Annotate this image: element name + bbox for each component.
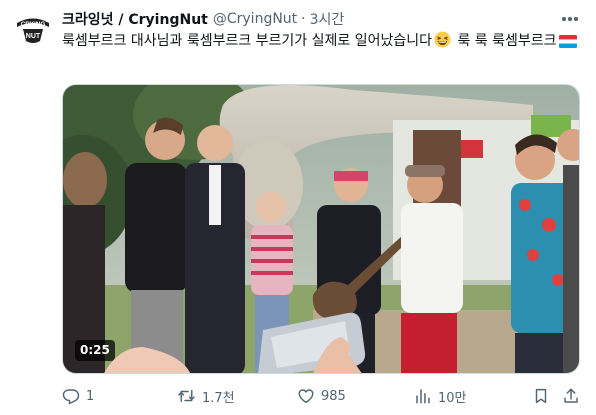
timestamp[interactable]: 3시간 xyxy=(310,9,345,29)
video-frame xyxy=(63,85,579,373)
like-count: 985 xyxy=(321,388,346,404)
avatar[interactable]: CRYING NUT xyxy=(14,10,52,48)
share-button[interactable] xyxy=(562,383,580,409)
share-icon xyxy=(564,388,578,403)
crying-nut-logo: CRYING NUT xyxy=(14,10,52,48)
grinning-squinting-face-emoji xyxy=(434,31,451,55)
reply-count: 1 xyxy=(86,388,95,404)
display-name[interactable]: 크라잉넛 / CryingNut xyxy=(62,9,208,29)
separator-dot: · xyxy=(301,11,306,27)
tweet-text-part2: 룩 룩 룩셈부르크 xyxy=(453,33,557,49)
more-options-icon xyxy=(562,17,566,21)
logo-text-top: CRYING xyxy=(21,21,46,28)
like-button[interactable]: 985 xyxy=(297,383,346,409)
views-button[interactable]: 10만 xyxy=(414,383,467,409)
reply-icon xyxy=(62,389,80,405)
video-player[interactable]: 0:25 xyxy=(62,84,580,374)
user-handle[interactable]: @CryingNut xyxy=(213,11,297,27)
more-options-button[interactable] xyxy=(558,9,582,29)
logo-text-bottom: NUT xyxy=(26,33,41,40)
tweet-action-bar: 1 1.7천 985 10만 xyxy=(62,383,584,409)
retweet-icon xyxy=(178,390,195,402)
bookmark-icon xyxy=(535,388,547,404)
views-chart-icon xyxy=(416,389,430,404)
tweet-text: 룩셈부르크 대사님과 룩셈부르크 부르기가 실제로 일어났습니다 룩 룩 룩셈부… xyxy=(62,31,584,55)
more-options-icon-dot xyxy=(574,17,578,21)
tweet-header: 크라잉넛 / CryingNut @CryingNut · 3시간 xyxy=(62,9,344,29)
reply-button[interactable]: 1 xyxy=(62,383,94,409)
heart-icon xyxy=(298,389,314,404)
retweet-count: 1.7천 xyxy=(202,390,235,406)
more-options-icon-dot xyxy=(568,17,572,21)
tweet-card[interactable]: CRYING NUT 크라잉넛 / CryingNut @CryingNut ·… xyxy=(0,0,596,415)
tweet-text-part1: 룩셈부르크 대사님과 룩셈부르크 부르기가 실제로 일어났습니다 xyxy=(62,33,433,49)
video-duration-badge: 0:25 xyxy=(75,340,115,361)
retweet-button[interactable]: 1.7천 xyxy=(177,383,235,409)
luxembourg-flag-emoji xyxy=(558,34,577,55)
bookmark-button[interactable] xyxy=(532,383,550,409)
views-count: 10만 xyxy=(438,390,467,406)
